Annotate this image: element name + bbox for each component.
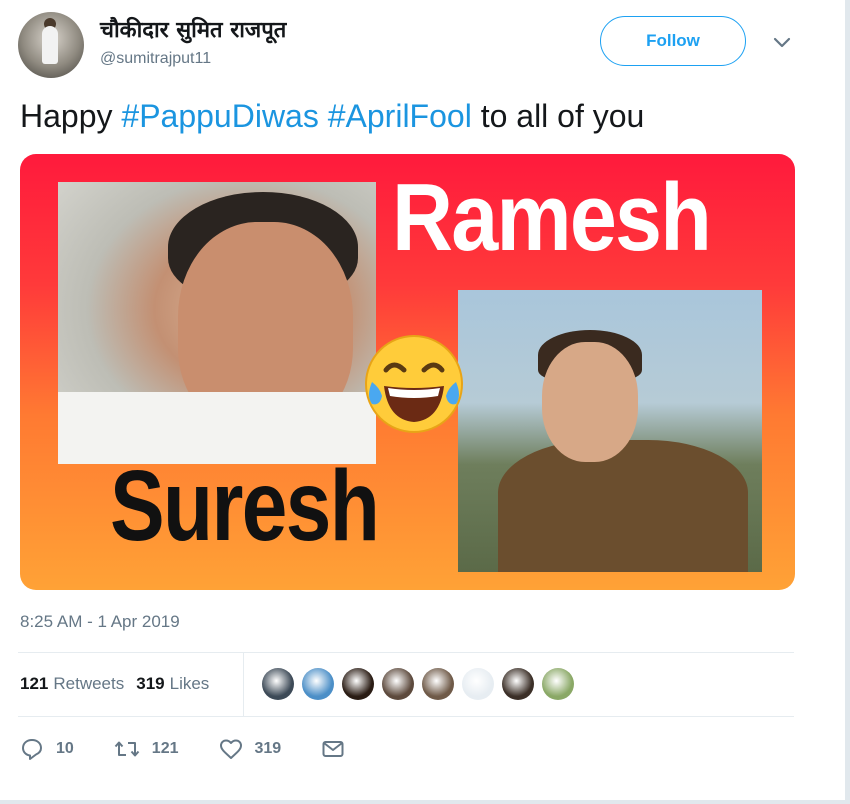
direct-message-button[interactable] [321, 737, 357, 761]
avatar[interactable] [18, 12, 84, 78]
chevron-down-icon[interactable] [770, 30, 794, 54]
liker-avatar[interactable] [542, 668, 574, 700]
frame-border [0, 800, 850, 804]
likes-count[interactable]: 319 [136, 674, 164, 694]
tweet-header: चौकीदार सुमित राजपूत @sumitrajput11 Foll… [18, 10, 808, 80]
divider [18, 716, 794, 717]
envelope-icon [322, 741, 344, 757]
hashtag-link[interactable]: #PappuDiwas [121, 98, 318, 134]
retweet-icon [114, 741, 140, 757]
photo-detail [542, 342, 638, 462]
divider [18, 652, 794, 653]
meme-word-top: Ramesh [392, 164, 712, 271]
liker-avatar[interactable] [262, 668, 294, 700]
likes-label[interactable]: Likes [170, 674, 210, 694]
heart-icon [219, 739, 242, 759]
tweet-text: Happy #PappuDiwas #AprilFool to all of y… [20, 98, 644, 135]
liker-avatar[interactable] [342, 668, 374, 700]
photo-right [458, 290, 762, 572]
like-count: 319 [254, 740, 282, 757]
tweet-image[interactable]: Ramesh Suresh [20, 154, 795, 590]
frame-border [845, 0, 850, 804]
retweet-count: 121 [151, 740, 179, 757]
tweet-text-suffix: to all of you [471, 98, 645, 134]
liker-avatar[interactable] [302, 668, 334, 700]
reply-icon [22, 739, 42, 760]
tweet-text-prefix: Happy [20, 98, 122, 134]
meme-word-bottom: Suresh [110, 450, 380, 562]
liker-avatar[interactable] [422, 668, 454, 700]
retweets-count[interactable]: 121 [20, 674, 48, 694]
reply-count: 10 [56, 740, 74, 757]
laughing-emoji-icon [365, 335, 463, 433]
retweets-label[interactable]: Retweets [53, 674, 124, 694]
tweet-timestamp[interactable]: 8:25 AM - 1 Apr 2019 [20, 612, 180, 632]
retweet-button[interactable]: 121 [114, 737, 179, 761]
like-button[interactable]: 319 [219, 737, 282, 761]
tweet-actions: 10 121 319 [20, 734, 397, 764]
liker-avatar[interactable] [502, 668, 534, 700]
liker-avatars [262, 668, 574, 700]
photo-detail [498, 440, 748, 572]
tweet-stats: 121 Retweets 319 Likes [20, 664, 221, 704]
liker-avatar[interactable] [382, 668, 414, 700]
hashtag-link[interactable]: #AprilFool [328, 98, 472, 134]
reply-button[interactable]: 10 [20, 737, 74, 761]
divider [243, 652, 244, 716]
username-handle[interactable]: @sumitrajput11 [100, 50, 211, 68]
follow-button[interactable]: Follow [600, 16, 746, 66]
photo-left [58, 182, 376, 464]
display-name[interactable]: चौकीदार सुमित राजपूत [100, 14, 286, 44]
liker-avatar[interactable] [462, 668, 494, 700]
avatar-figure [42, 26, 58, 64]
